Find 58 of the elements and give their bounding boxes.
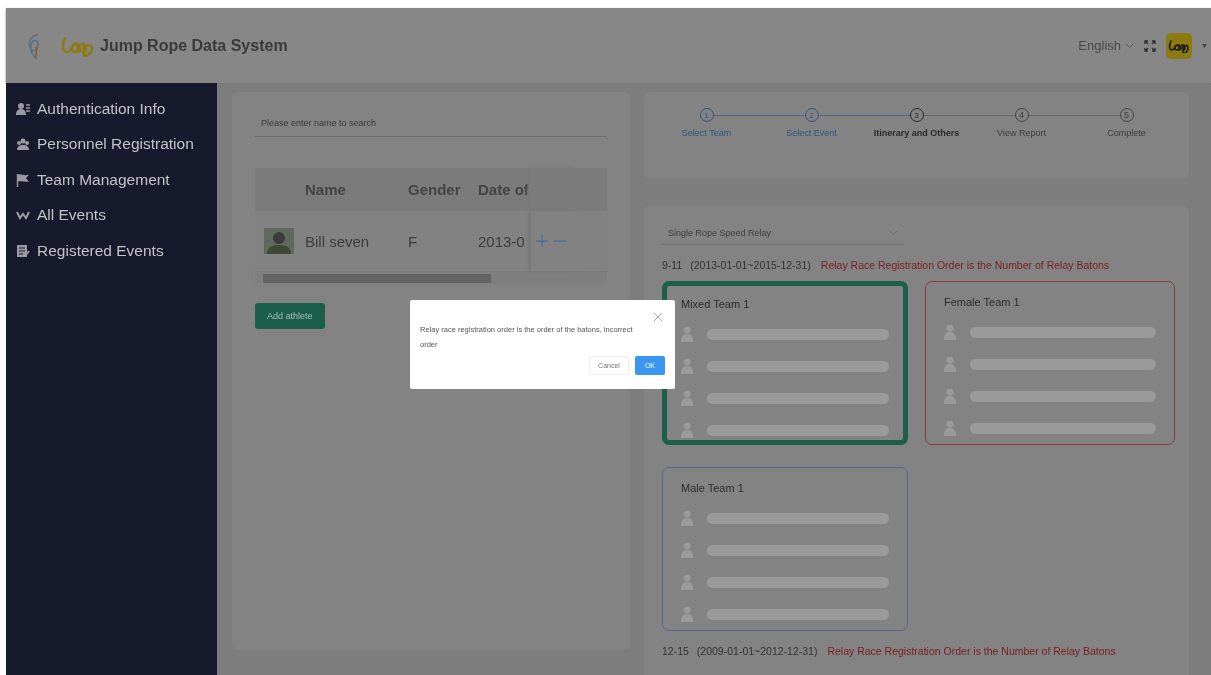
column-header: Name <box>304 179 347 200</box>
app-title: Jump Rope Data System <box>100 36 288 55</box>
plus-icon[interactable] <box>535 234 549 248</box>
table-cell-text: 2013-0 <box>478 231 526 252</box>
empty-slot-bar[interactable] <box>707 576 889 588</box>
language-selector[interactable]: English <box>1078 38 1134 53</box>
sidebar-item[interactable]: Authentication Info <box>6 91 217 127</box>
step-label: Itinerary and Others <box>873 128 960 138</box>
loop-logo-icon <box>1168 38 1190 53</box>
sidebar-item[interactable]: All Events <box>6 197 217 233</box>
chevron-down-icon <box>1125 42 1134 49</box>
close-icon[interactable] <box>654 313 662 321</box>
flag-icon <box>16 172 30 187</box>
step-label: Select Event <box>786 128 837 138</box>
document-icon <box>16 243 30 258</box>
empty-slot-bar[interactable] <box>707 328 889 340</box>
sidebar-item[interactable]: Personnel Registration <box>6 126 217 162</box>
step-label: View Report <box>997 128 1046 138</box>
people-icon <box>16 137 30 152</box>
step-label: Select Team <box>681 128 732 138</box>
empty-slot-bar[interactable] <box>707 512 889 524</box>
team-name: Female Team 1 <box>944 296 1021 308</box>
relay-note: Relay Race Registration Order is the Number of Relay Batons <box>827 645 1116 657</box>
sidebar-item[interactable]: Team Management <box>6 162 217 198</box>
chevron-down-icon <box>889 229 898 236</box>
empty-slot-bar[interactable] <box>707 392 889 404</box>
empty-slot-bar[interactable] <box>707 360 889 372</box>
step-label: Complete <box>1107 128 1146 138</box>
empty-slot-bar[interactable] <box>707 608 889 620</box>
sidebar-item[interactable]: Registered Events <box>6 233 217 269</box>
column-header: Gender <box>408 179 462 200</box>
age-group: 12-15 <box>662 645 689 657</box>
avatar-photo-placeholder <box>264 228 294 254</box>
team-card[interactable]: Mixed Team 1 <box>662 281 908 445</box>
team-name: Mixed Team 1 <box>681 298 751 310</box>
empty-slot-bar[interactable] <box>970 358 1156 370</box>
empty-slot-bar[interactable] <box>970 422 1156 434</box>
fullscreen-icon[interactable] <box>1144 39 1156 52</box>
user-avatar[interactable] <box>1166 32 1192 59</box>
search-field[interactable]: Please enter name to search <box>255 112 607 137</box>
empty-slot-bar[interactable] <box>707 424 889 436</box>
empty-slot-bar[interactable] <box>970 326 1156 338</box>
table-cell-text: F <box>408 231 419 252</box>
team-card[interactable]: Male Team 1 <box>662 467 908 631</box>
date-range: (2009-01-01~2012-12-31) <box>696 645 818 657</box>
date-range: (2013-01-01~2015-12-31) <box>690 259 811 271</box>
team-name: Male Team 1 <box>681 482 745 494</box>
empty-slot-bar[interactable] <box>970 390 1156 402</box>
table-cell-text: Bill seven <box>304 231 371 252</box>
relay-note: Relay Race Registration Order is the Number of Relay Batons <box>820 259 1110 271</box>
loop-logo-icon <box>60 34 94 57</box>
caret-icon[interactable] <box>1202 43 1207 48</box>
id-card-icon <box>16 101 30 116</box>
add-athlete-button[interactable]: Add athlete <box>255 303 325 329</box>
event-dropdown[interactable]: Single Rope Speed Relay <box>662 221 904 245</box>
age-group: 9-11 <box>662 259 683 271</box>
empty-slot-bar[interactable] <box>707 544 889 556</box>
team-card[interactable]: Female Team 1 <box>925 281 1175 445</box>
